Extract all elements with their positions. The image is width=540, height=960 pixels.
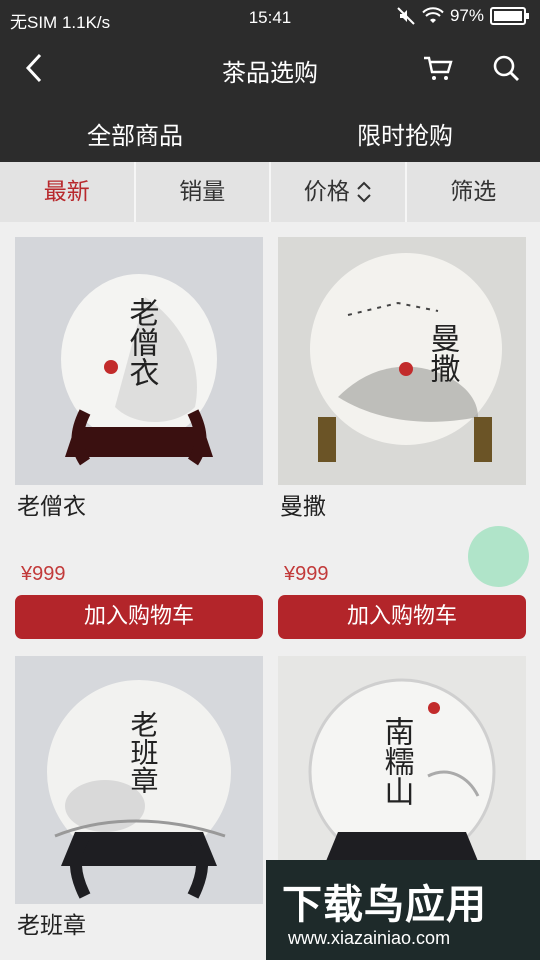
sort-sales[interactable]: 销量 <box>136 162 271 222</box>
status-icons: 97% <box>396 6 529 26</box>
sort-toggle-icon <box>357 181 371 203</box>
wifi-icon <box>422 7 444 23</box>
sort-filter-label: 筛选 <box>450 179 497 205</box>
sort-price-label: 价格 <box>303 179 350 205</box>
search-button[interactable] <box>486 50 526 86</box>
product-price: ¥999 <box>21 563 66 585</box>
battery-icon <box>490 7 529 25</box>
mute-icon <box>397 7 415 25</box>
tab-flash-sale[interactable]: 限时抢购 <box>270 116 540 151</box>
floating-assistive-button[interactable] <box>468 526 529 587</box>
tab-bar: 全部商品 限时抢购 <box>0 100 540 162</box>
watermark-logo: 下载鸟应用 www.xiazainiao.com <box>266 860 540 960</box>
add-to-cart-button[interactable]: 加入购物车 <box>15 595 263 639</box>
cake-label: 老班章 <box>127 710 160 794</box>
search-icon <box>493 55 519 81</box>
cake-label: 曼撒 <box>425 323 461 383</box>
tab-all-products[interactable]: 全部商品 <box>0 116 270 151</box>
product-name[interactable]: 曼撒 <box>280 487 326 521</box>
watermark-title: 下载鸟应用 <box>282 882 487 928</box>
sort-sales-label: 销量 <box>179 179 226 205</box>
product-name[interactable]: 老班章 <box>17 906 86 940</box>
cart-button[interactable] <box>418 50 458 86</box>
product-card[interactable]: 老僧衣 老僧衣 ¥999 加入购物车 <box>15 237 263 639</box>
cake-label: 老僧衣 <box>124 297 160 387</box>
product-name[interactable]: 老僧衣 <box>17 487 86 521</box>
add-to-cart-button[interactable]: 加入购物车 <box>278 595 526 639</box>
product-card[interactable]: 曼撒 曼撒 ¥999 加入购物车 <box>278 237 526 639</box>
product-image[interactable]: 老班章 <box>15 656 263 904</box>
status-bar: 无SIM 1.1K/s 15:41 97% <box>0 0 540 36</box>
watermark-url: www.xiazainiao.com <box>288 928 451 948</box>
shopping-cart-icon <box>424 56 453 80</box>
sort-newest-label: 最新 <box>43 179 90 205</box>
page-title: 茶品选购 <box>222 59 318 87</box>
product-price: ¥999 <box>284 563 329 585</box>
sort-bar: 最新 销量 价格 筛选 <box>0 162 540 222</box>
product-image[interactable]: 老僧衣 <box>15 237 263 485</box>
cake-label: 南糯山 <box>379 716 414 806</box>
sort-newest[interactable]: 最新 <box>0 162 136 222</box>
sort-filter[interactable]: 筛选 <box>407 162 540 222</box>
battery-percent: 97% <box>449 6 484 25</box>
product-image[interactable]: 曼撒 <box>278 237 526 485</box>
sort-price[interactable]: 价格 <box>271 162 407 222</box>
nav-bar: 茶品选购 <box>0 36 540 100</box>
product-card[interactable]: 老班章 老班章 <box>15 656 263 939</box>
